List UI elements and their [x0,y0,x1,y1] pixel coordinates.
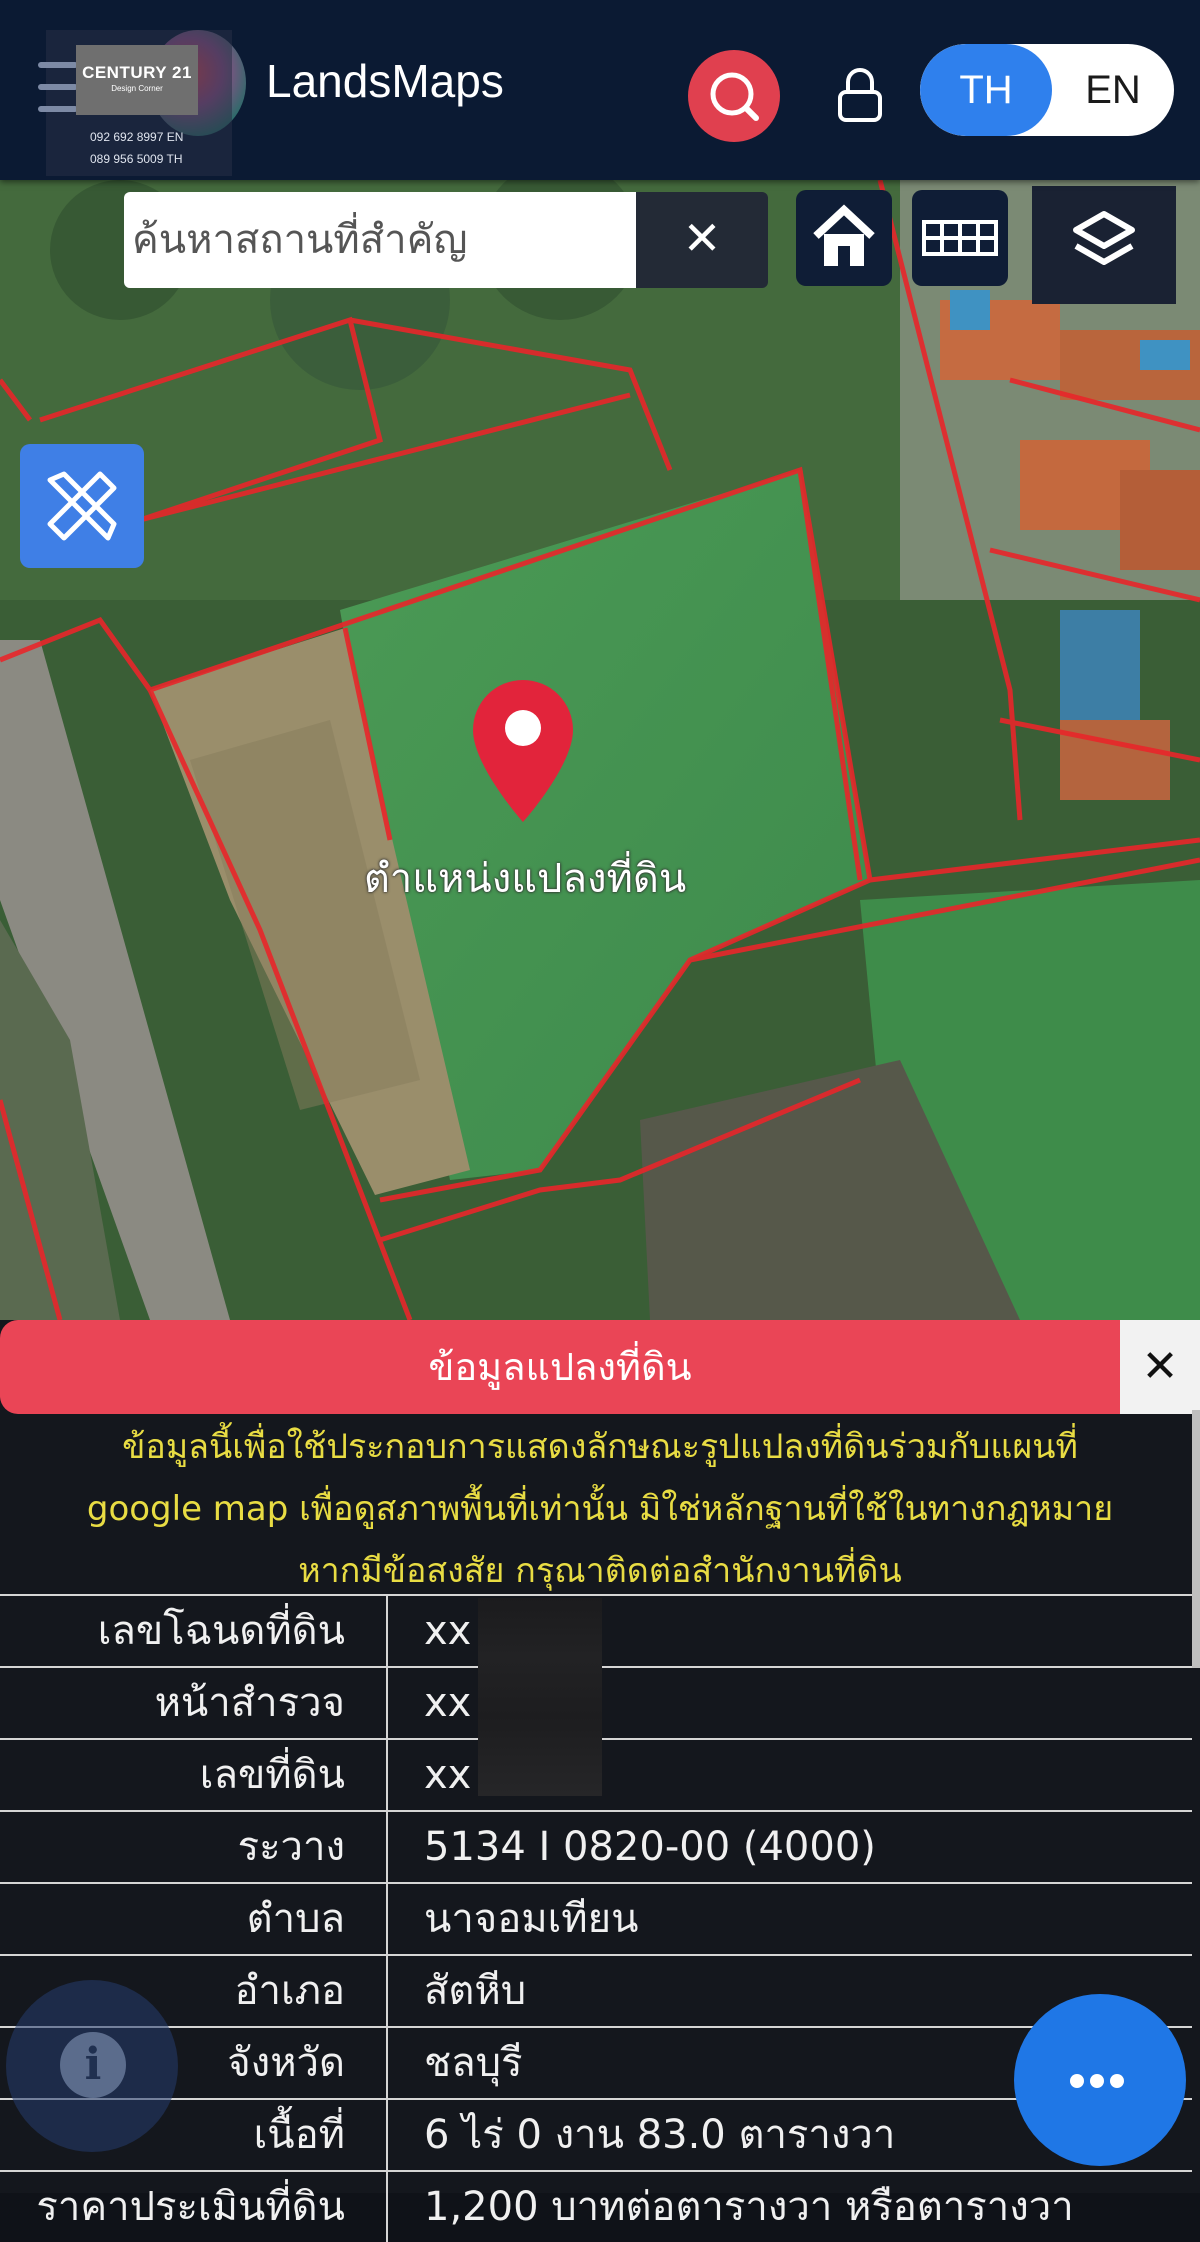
column-divider [386,2172,388,2242]
column-divider [386,1956,388,2026]
map-imagery [0,180,1200,1320]
column-divider [386,1740,388,1810]
row-value: ชลบุรี [424,2040,523,2086]
table-row: ราคาประเมินที่ดิน 1,200 บาทต่อตารางวา หร… [0,2170,1192,2242]
panel-title: ข้อมูลแปลงที่ดิน [0,1320,1120,1414]
table-row: ระวาง 5134 I 0820-00 (4000) [0,1810,1192,1882]
table-row: อำเภอ สัตหีบ [0,1954,1192,2026]
row-value: 1,200 บาทต่อตารางวา หรือตารางวา [424,2184,1074,2230]
home-icon [813,204,875,266]
table-row: ตำบล นาจอมเทียน [0,1882,1192,1954]
row-value: 6 ไร่ 0 งาน 83.0 ตารางวา [424,2112,896,2158]
more-dots-icon [1070,2073,1130,2092]
row-label: ระวาง [237,1824,345,1870]
disclaimer-line: ข้อมูลนี้เพื่อใช้ประกอบการแสดงลักษณะรูปแ… [122,1427,1078,1467]
close-panel-button[interactable]: ✕ [1120,1320,1200,1414]
clear-search-button[interactable]: ✕ [636,192,768,288]
column-divider [386,1596,388,1666]
lock-icon [838,68,882,122]
info-button[interactable]: i [6,1980,178,2152]
pin-label: ตำแหน่งแปลงที่ดิน [363,856,687,902]
layers-icon [1073,211,1135,265]
row-value: xx [424,1608,472,1654]
app-title: LandsMaps [266,55,504,107]
lang-th-button[interactable]: TH [920,44,1052,136]
table-row: เนื้อที่ 6 ไร่ 0 งาน 83.0 ตารางวา [0,2098,1192,2170]
app-header: CENTURY 21 Design Corner 092 692 8997 EN… [0,0,1200,180]
disclaimer-line: หากมีข้อสงสัย กรุณาติดต่อสำนักงานที่ดิน [298,1551,902,1591]
column-divider [386,1812,388,1882]
phone-th: 089 956 5009 TH [90,152,183,166]
ruler-pencil-icon [47,471,117,541]
place-search-field[interactable] [124,192,636,288]
redacted-area [478,1598,602,1796]
row-label: ราคาประเมินที่ดิน [36,2184,345,2230]
row-label: เลขโฉนดที่ดิน [97,1608,345,1654]
satellite-map[interactable] [0,180,1200,1320]
disclaimer-text: ข้อมูลนี้เพื่อใช้ประกอบการแสดงลักษณะรูปแ… [20,1416,1180,1602]
grid-button[interactable] [912,190,1008,286]
measure-tool-button[interactable] [20,444,144,568]
row-value: นาจอมเทียน [424,1896,639,1942]
place-search-input[interactable] [124,192,622,288]
column-divider [386,1668,388,1738]
more-options-button[interactable] [1014,1994,1186,2166]
phone-en: 092 692 8997 EN [90,130,184,144]
info-icon: i [60,2032,126,2098]
lang-en-button[interactable]: EN [1052,44,1174,136]
brand-name: CENTURY 21 [82,63,192,82]
century21-logo: CENTURY 21 Design Corner [76,45,198,115]
search-button[interactable] [688,50,780,142]
row-value: xx [424,1680,472,1726]
language-toggle[interactable]: TH EN [920,44,1174,136]
disclaimer-line: google map เพื่อดูสภาพพื้นที่เท่านั้น มิ… [86,1489,1114,1529]
login-button[interactable] [832,62,888,126]
layers-button[interactable] [1032,186,1176,304]
column-divider [386,2100,388,2170]
brand-subtitle: Design Corner [111,84,163,93]
row-value: สัตหีบ [424,1968,527,2014]
home-button[interactable] [796,190,892,286]
row-label: หน้าสำรวจ [154,1680,345,1726]
grid-icon [922,220,998,256]
table-row: จังหวัด ชลบุรี [0,2026,1192,2098]
column-divider [386,1884,388,1954]
column-divider [386,2028,388,2098]
search-icon [710,72,759,121]
row-value: 5134 I 0820-00 (4000) [424,1824,876,1870]
row-label: เลขที่ดิน [199,1752,345,1798]
row-label: ตำบล [246,1896,345,1942]
row-value: xx [424,1752,472,1798]
panel-scrollbar[interactable] [1192,1410,1200,1668]
